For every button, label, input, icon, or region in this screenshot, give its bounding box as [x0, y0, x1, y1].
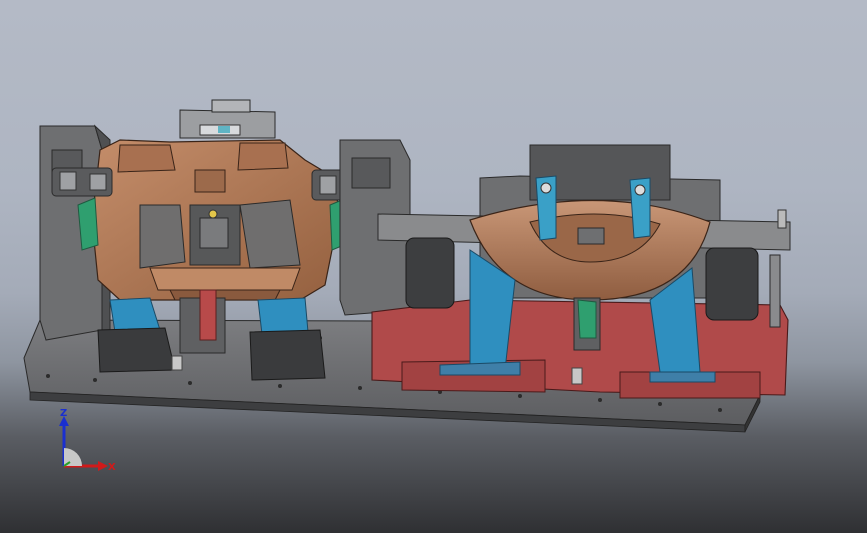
left-locating-pin: [179, 289, 226, 354]
cad-viewport[interactable]: Z X: [0, 0, 867, 533]
right-post-pin: [769, 254, 781, 328]
left-copper-casting: [91, 139, 341, 301]
fixture-assembly-model[interactable]: [0, 0, 867, 533]
x-axis-arrowhead: [98, 461, 108, 471]
left-toggle-clamp: [51, 167, 113, 197]
x-axis-label: X: [108, 462, 116, 473]
right-green-latch: [573, 297, 601, 351]
top-sensor-housing: [179, 99, 276, 139]
orientation-triad[interactable]: Z X: [48, 408, 118, 478]
z-axis-label: Z: [60, 408, 67, 419]
